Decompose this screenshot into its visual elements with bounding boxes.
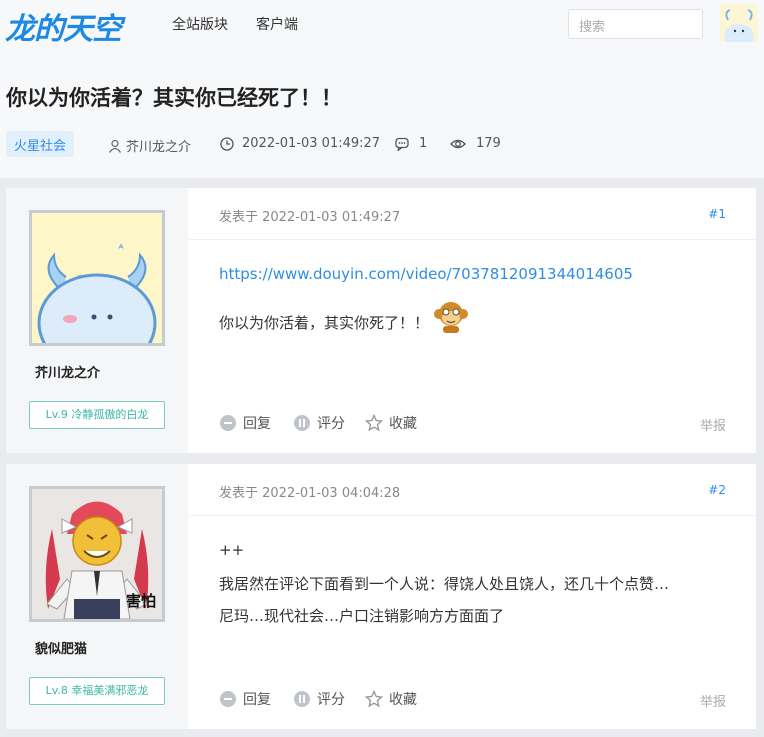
thread-datetime: 2022-01-03 01:49:27 bbox=[220, 136, 380, 151]
post-2: 害怕 貌似肥猫 Lv.8 幸福美满邪恶龙 发表于 2022-01-03 04:0… bbox=[6, 464, 756, 729]
dragon-avatar-icon bbox=[32, 213, 162, 343]
reply-icon bbox=[220, 691, 236, 707]
rate-icon bbox=[294, 415, 310, 431]
dragon-avatar-icon bbox=[720, 4, 758, 42]
post-body: https://www.douyin.com/video/70378120913… bbox=[219, 264, 736, 334]
datetime-text: 2022-01-03 01:49:27 bbox=[242, 136, 381, 151]
floor-number[interactable]: #1 bbox=[708, 207, 726, 221]
post-1: 芥川龙之介 Lv.9 冷静孤傲的白龙 发表于 2022-01-03 01:49:… bbox=[6, 188, 756, 453]
avatar-caption: 害怕 bbox=[125, 592, 156, 610]
level-badge: Lv.8 幸福美满邪恶龙 bbox=[29, 677, 165, 705]
reply-label: 回复 bbox=[243, 416, 271, 432]
post-header: 发表于 2022-01-03 01:49:27 #1 bbox=[189, 188, 756, 240]
comment-icon bbox=[395, 137, 409, 151]
rate-button[interactable]: 评分 bbox=[293, 689, 345, 709]
view-count-text: 179 bbox=[476, 136, 501, 151]
search-input[interactable]: 搜索 bbox=[568, 9, 703, 39]
avatar[interactable] bbox=[29, 210, 165, 346]
favorite-button[interactable]: 收藏 bbox=[365, 689, 417, 709]
user-icon bbox=[109, 139, 121, 153]
page-title: 你以为你活着？其实你已经死了！！ bbox=[6, 86, 342, 110]
post-content: 发表于 2022-01-03 01:49:27 #1 https://www.d… bbox=[189, 188, 756, 453]
reply-label: 回复 bbox=[243, 692, 271, 708]
reply-button[interactable]: 回复 bbox=[219, 689, 271, 709]
rate-label: 评分 bbox=[317, 416, 345, 432]
reply-button[interactable]: 回复 bbox=[219, 413, 271, 433]
user-avatar[interactable] bbox=[720, 4, 758, 42]
post-text: 尼玛…现代社会…户口注销影响方方面面了 bbox=[219, 607, 505, 625]
floor-number[interactable]: #2 bbox=[708, 483, 726, 497]
post-author-panel: 害怕 貌似肥猫 Lv.8 幸福美满邪恶龙 bbox=[6, 464, 188, 729]
rate-icon bbox=[294, 691, 310, 707]
monkey-emoji-icon bbox=[434, 302, 469, 333]
post-content: 发表于 2022-01-03 04:04:28 #2 ++ 我居然在评论下面看到… bbox=[189, 464, 756, 729]
report-link[interactable]: 举报 bbox=[700, 415, 726, 434]
site-logo[interactable]: 龙的天空 bbox=[5, 4, 122, 48]
star-icon bbox=[365, 690, 383, 708]
reply-icon bbox=[220, 415, 236, 431]
post-author-panel: 芥川龙之介 Lv.9 冷静孤傲的白龙 bbox=[6, 188, 188, 453]
post-time: 发表于 2022-01-03 04:04:28 bbox=[219, 486, 401, 501]
forum-tag[interactable]: 火星社会 bbox=[6, 131, 75, 157]
thread-header: 你以为你活着？其实你已经死了！！ 火星社会 芥川龙之介 2022-01-03 0… bbox=[0, 48, 764, 178]
post-link[interactable]: https://www.douyin.com/video/70378120913… bbox=[219, 264, 736, 284]
favorite-label: 收藏 bbox=[389, 692, 417, 708]
view-count: 179 bbox=[450, 136, 501, 151]
nav-all-forums[interactable]: 全站版块 bbox=[172, 14, 228, 34]
username[interactable]: 芥川龙之介 bbox=[35, 362, 100, 381]
nav-client[interactable]: 客户端 bbox=[256, 14, 298, 34]
post-header: 发表于 2022-01-03 04:04:28 #2 bbox=[189, 464, 756, 516]
report-link[interactable]: 举报 bbox=[700, 691, 726, 710]
post-text: 我居然在评论下面看到一个人说：得饶人处且饶人，还几十个点赞… bbox=[219, 575, 670, 593]
star-icon bbox=[365, 414, 383, 432]
reply-count-text: 1 bbox=[419, 136, 428, 151]
favorite-button[interactable]: 收藏 bbox=[365, 413, 417, 433]
eye-icon bbox=[450, 139, 466, 148]
reply-count: 1 bbox=[395, 136, 427, 151]
post-text-row: 你以为你活着，其实你死了！！ bbox=[219, 302, 736, 334]
post-actions: 回复 评分 收藏 举报 bbox=[219, 689, 726, 711]
post-text: ++ bbox=[219, 541, 245, 559]
rate-label: 评分 bbox=[317, 692, 345, 708]
post-time: 发表于 2022-01-03 01:49:27 bbox=[219, 210, 401, 225]
clock-icon bbox=[220, 136, 234, 151]
level-badge: Lv.9 冷静孤傲的白龙 bbox=[29, 401, 165, 429]
avatar[interactable]: 害怕 bbox=[29, 486, 165, 622]
post-body: ++ 我居然在评论下面看到一个人说：得饶人处且饶人，还几十个点赞… 尼玛…现代社… bbox=[219, 540, 736, 626]
favorite-label: 收藏 bbox=[389, 416, 417, 432]
rate-button[interactable]: 评分 bbox=[293, 413, 345, 433]
post-text: 你以为你活着，其实你死了！！ bbox=[219, 314, 430, 332]
author-name: 芥川龙之介 bbox=[126, 140, 192, 155]
top-bar: 龙的天空 全站版块 客户端 搜索 bbox=[0, 0, 764, 48]
username[interactable]: 貌似肥猫 bbox=[35, 638, 87, 657]
post-actions: 回复 评分 收藏 举报 bbox=[219, 413, 726, 435]
thread-author[interactable]: 芥川龙之介 bbox=[108, 136, 191, 155]
